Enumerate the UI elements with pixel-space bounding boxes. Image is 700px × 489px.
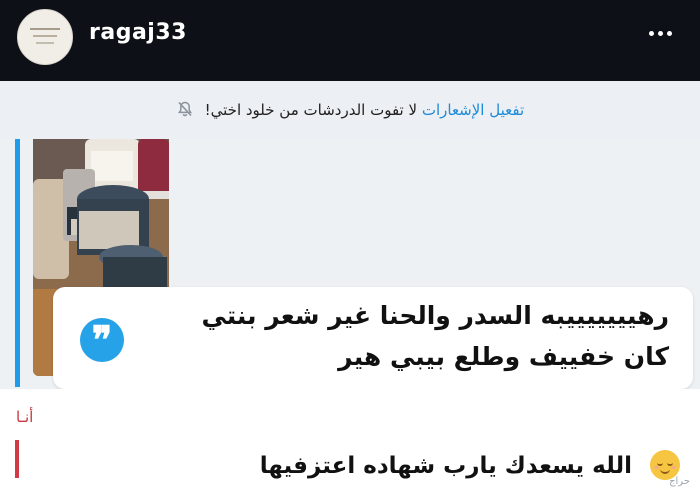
notifications-banner: تفعيل الإشعارات لا تفوت الدردشات من خلود… (0, 81, 700, 140)
reply-message[interactable]: الله يسعدك يارب شهاده اعتزفيها (40, 450, 680, 480)
quoted-message-rail (15, 139, 20, 387)
watermark: حراج (669, 476, 690, 487)
avatar-logo-line (33, 35, 57, 37)
dot (657, 30, 663, 36)
bell-off-icon (176, 100, 194, 118)
top-bar: ragaj33 (0, 0, 700, 81)
reply-rail (15, 440, 19, 478)
quote-icon: ❞ (80, 318, 124, 362)
enable-notifications-link[interactable]: تفعيل الإشعارات (422, 101, 524, 119)
username[interactable]: ragaj33 (89, 20, 187, 45)
emoji-cheek (654, 466, 659, 469)
notice-message: لا تفوت الدردشات من خلود اختي! (204, 101, 418, 119)
emoji-cheek (671, 466, 676, 469)
reply-text: الله يسعدك يارب شهاده اعتزفيها (259, 453, 632, 479)
emoji-mouth (660, 468, 670, 474)
reply-author-label: أنـا (16, 408, 34, 426)
quoted-message[interactable]: ❞ رهيييييييبه السدر والحنا غير شعر بنتي … (53, 287, 693, 389)
avatar-logo-line (30, 28, 60, 30)
quoted-text: رهيييييييبه السدر والحنا غير شعر بنتي كا… (201, 301, 669, 371)
avatar[interactable] (17, 9, 73, 65)
emoji-eye (657, 461, 663, 466)
more-options-icon[interactable] (640, 18, 680, 48)
dot (648, 30, 654, 36)
dot (666, 30, 672, 36)
avatar-logo-line (36, 42, 54, 44)
